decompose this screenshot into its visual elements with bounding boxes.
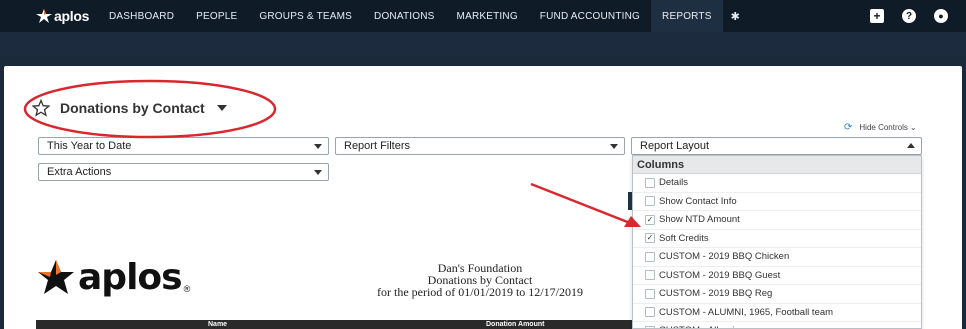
extra-actions-select[interactable]: Extra Actions — [38, 163, 329, 181]
column-option[interactable]: CUSTOM - 2019 BBQ Guest — [633, 267, 921, 285]
report-filters-label: Report Filters — [344, 140, 411, 152]
chevron-down-icon — [314, 144, 322, 149]
top-nav: aplos DASHBOARD PEOPLE GROUPS & TEAMS DO… — [0, 0, 966, 32]
columns-dropdown-panel: Columns Details Show Contact Info ✓ Show NT… — [632, 155, 922, 329]
report-period: for the period of 01/01/2019 to 12/17/20… — [377, 285, 583, 299]
chevron-down-icon: ⌄ — [909, 123, 917, 132]
nav-dashboard[interactable]: DASHBOARD — [98, 0, 185, 32]
checkbox-icon[interactable] — [645, 307, 655, 318]
nav-groups-teams[interactable]: GROUPS & TEAMS — [248, 0, 363, 32]
chevron-down-icon — [314, 170, 322, 175]
column-option[interactable]: CUSTOM - 2019 BBQ Chicken — [633, 248, 921, 267]
title-dropdown-caret-icon[interactable] — [216, 105, 227, 111]
column-option-label: CUSTOM - ALUMNI, 1965, Football team — [659, 306, 834, 318]
column-amount-header: Donation Amount — [486, 321, 545, 328]
user-icon[interactable]: ● — [934, 9, 948, 23]
registered-mark: ® — [183, 284, 191, 294]
column-option-label: CUSTOM - Allergies — [659, 325, 744, 328]
nav-fund-accounting[interactable]: FUND ACCOUNTING — [529, 0, 651, 32]
report-layout-label: Report Layout — [640, 140, 710, 152]
checkbox-icon[interactable] — [645, 177, 655, 188]
sub-header-bar — [0, 32, 966, 56]
nav-right-icons: + ? ● — [870, 0, 966, 32]
checkbox-icon[interactable] — [645, 196, 655, 207]
column-name-header: Name — [208, 321, 228, 328]
report-title: Donations by Contact — [60, 100, 205, 116]
nav-marketing[interactable]: MARKETING — [446, 0, 529, 32]
aplos-logo-star-icon — [38, 259, 74, 294]
column-option-label: CUSTOM - 2019 BBQ Reg — [659, 288, 773, 300]
column-option[interactable]: CUSTOM - Allergies — [633, 322, 921, 328]
column-option-label: Details — [659, 177, 689, 189]
columns-panel-header: Columns — [633, 156, 921, 174]
column-option[interactable]: ✓ Show NTD Amount — [633, 211, 921, 230]
favorite-star-icon[interactable] — [32, 99, 50, 117]
nav-people[interactable]: PEOPLE — [185, 0, 248, 32]
column-option[interactable]: CUSTOM - ALUMNI, 1965, Football team — [633, 304, 921, 322]
hide-controls-label[interactable]: Hide Controls — [859, 123, 907, 132]
column-option[interactable]: ✓ Soft Credits — [633, 230, 921, 248]
column-option-label: Show NTD Amount — [659, 214, 740, 226]
help-icon[interactable]: ? — [902, 9, 916, 23]
extra-actions-label: Extra Actions — [47, 166, 112, 178]
chevron-down-icon — [610, 144, 618, 149]
column-option-label: Soft Credits — [659, 232, 709, 244]
chevron-up-icon — [907, 143, 915, 148]
checkbox-checked-icon[interactable]: ✓ — [645, 233, 655, 244]
hide-controls[interactable]: ⟳ Hide Controls ⌄ — [844, 122, 917, 133]
column-option-label: Show Contact Info — [659, 195, 737, 207]
brand-logo[interactable]: aplos — [36, 0, 98, 32]
report-header: Dan's Foundation Donations by Contact fo… — [360, 262, 600, 298]
date-range-value: This Year to Date — [47, 140, 132, 152]
checkbox-icon[interactable] — [645, 270, 655, 281]
checkbox-icon[interactable] — [645, 251, 655, 262]
report-filters-select[interactable]: Report Filters — [335, 137, 625, 155]
column-option-label: CUSTOM - 2019 BBQ Guest — [659, 269, 781, 281]
refresh-icon[interactable]: ⟳ — [844, 122, 852, 133]
report-title-row: Donations by Contact — [32, 99, 227, 117]
report-logo: aplos ® — [36, 257, 190, 298]
column-option[interactable]: Show Contact Info — [633, 193, 921, 211]
aplos-star-icon — [36, 9, 52, 23]
columns-option-list: Details Show Contact Info ✓ Show NTD Amount… — [633, 174, 921, 328]
checkbox-icon[interactable] — [645, 288, 655, 299]
report-layout-select[interactable]: Report Layout — [631, 137, 922, 155]
plus-icon[interactable]: + — [870, 9, 884, 23]
column-option[interactable]: Details — [633, 174, 921, 193]
nav-donations[interactable]: DONATIONS — [363, 0, 446, 32]
nav-reports[interactable]: REPORTS — [651, 0, 723, 32]
gear-icon[interactable]: ✱ — [723, 0, 748, 32]
checkbox-checked-icon[interactable]: ✓ — [645, 214, 655, 225]
date-range-select[interactable]: This Year to Date — [38, 137, 329, 155]
report-logo-word: aplos — [78, 257, 183, 298]
brand-name: aplos — [54, 8, 90, 24]
column-option[interactable]: CUSTOM - 2019 BBQ Reg — [633, 285, 921, 304]
column-option-label: CUSTOM - 2019 BBQ Chicken — [659, 251, 790, 263]
